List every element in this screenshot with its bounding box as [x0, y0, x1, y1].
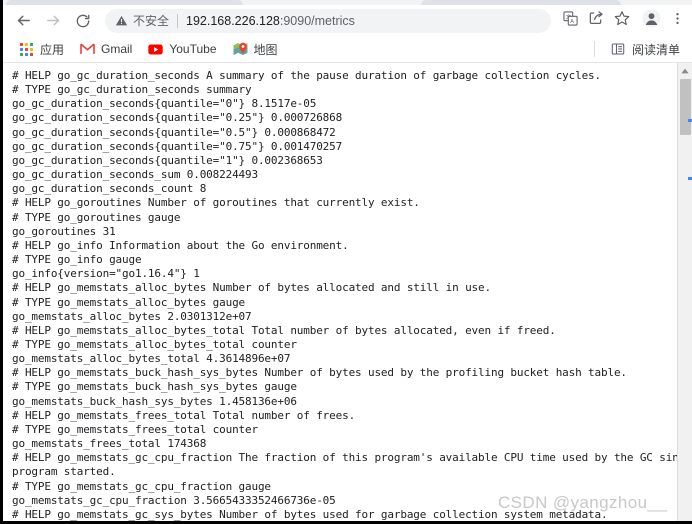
- forward-button: [39, 7, 67, 35]
- back-button[interactable]: [9, 7, 37, 35]
- profile-avatar-icon: [641, 8, 661, 33]
- bookmarks-bar: 应用 Gmail YouTube 地图 阅读清单: [3, 36, 692, 63]
- bookmarks-bar-right: 阅读清单: [593, 39, 692, 60]
- address-bar[interactable]: 不安全 192.168.226.128:9090/metrics: [105, 8, 551, 33]
- vertical-scrollbar[interactable]: [677, 63, 692, 521]
- browser-window: 不安全 192.168.226.128:9090/metrics 文 A: [0, 0, 692, 524]
- bookmark-button[interactable]: [609, 8, 635, 34]
- bookmark-item-maps[interactable]: 地图: [226, 39, 285, 60]
- warning-triangle-icon[interactable]: [115, 14, 128, 27]
- url-text: 192.168.226.128:9090/metrics: [186, 14, 355, 28]
- bookmark-star-icon: [614, 10, 630, 31]
- reading-list-button[interactable]: 阅读清单: [604, 39, 687, 60]
- url-path: :9090/metrics: [279, 13, 355, 28]
- page-content[interactable]: # HELP go_gc_duration_seconds A summary …: [3, 63, 692, 521]
- forward-arrow-icon: [45, 12, 62, 29]
- scrollbar-thumb[interactable]: [680, 79, 691, 135]
- back-arrow-icon: [15, 12, 32, 29]
- share-button[interactable]: [583, 8, 609, 34]
- bookmark-label: Gmail: [101, 42, 133, 56]
- translate-button[interactable]: 文 A: [557, 8, 583, 34]
- svg-text:A: A: [570, 19, 574, 25]
- gmail-icon: [80, 42, 95, 57]
- youtube-icon: [148, 42, 164, 57]
- bookmark-label: 应用: [40, 42, 65, 57]
- translate-icon: 文 A: [562, 10, 578, 31]
- bookmark-item-youtube[interactable]: YouTube: [141, 39, 223, 60]
- more-menu-icon: [670, 11, 685, 31]
- omnibox-divider: [177, 13, 179, 28]
- url-host: 192.168.226.128: [186, 13, 280, 28]
- reload-button[interactable]: [69, 7, 97, 35]
- browser-toolbar: 不安全 192.168.226.128:9090/metrics 文 A: [3, 5, 692, 36]
- reading-list-label: 阅读清单: [631, 42, 680, 57]
- bookmark-label: 地图: [253, 42, 278, 57]
- bookmark-label: YouTube: [169, 42, 217, 56]
- apps-grid-icon: [19, 42, 34, 57]
- prometheus-metrics-text: # HELP go_gc_duration_seconds A summary …: [12, 69, 692, 521]
- maps-icon: [233, 42, 248, 57]
- scroll-up-arrow-icon[interactable]: [678, 65, 692, 77]
- find-match-marker: [688, 119, 692, 122]
- more-menu-button[interactable]: [664, 8, 690, 34]
- find-match-marker: [688, 177, 692, 180]
- reload-icon: [75, 13, 91, 29]
- toolbar-icon-group: 文 A: [557, 8, 692, 34]
- bookmark-item-gmail[interactable]: Gmail: [73, 39, 139, 60]
- profile-button[interactable]: [638, 8, 664, 34]
- share-icon: [588, 10, 604, 31]
- security-status-text: 不安全: [133, 14, 170, 28]
- reading-list-icon: [611, 42, 626, 57]
- bookmark-item-apps[interactable]: 应用: [12, 39, 71, 60]
- bookmarks-divider: [593, 41, 595, 57]
